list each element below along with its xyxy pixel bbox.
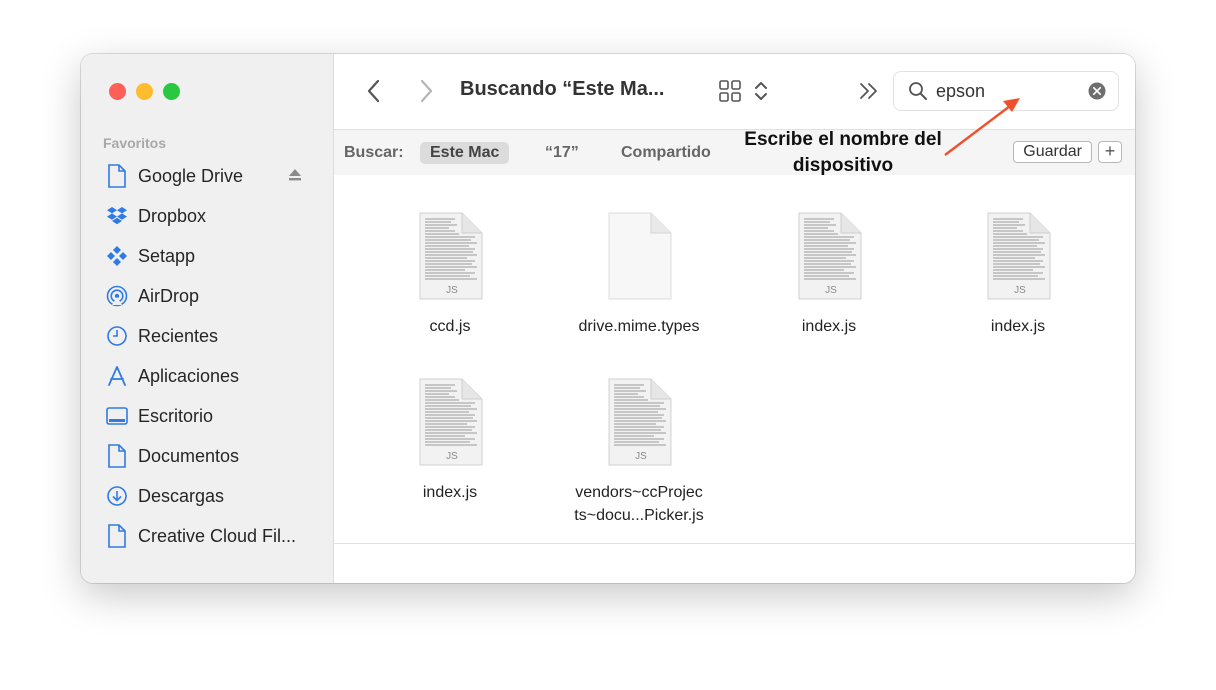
blank-file-icon (608, 212, 672, 300)
sidebar-item-descargas[interactable]: Descargas (81, 476, 333, 516)
sidebar-item-label: Creative Cloud Fil... (138, 525, 297, 546)
sidebar: Favoritos Google Drive Dropbox Setapp Ai… (81, 54, 334, 583)
view-options-button[interactable] (754, 79, 768, 108)
airdrop-icon (105, 284, 129, 308)
icon-view-button[interactable] (718, 79, 742, 108)
grid-icon (719, 80, 741, 102)
minimize-button[interactable] (136, 83, 153, 100)
window-controls (109, 83, 180, 100)
download-icon (105, 484, 129, 508)
scope-option-este-mac[interactable]: Este Mac (420, 142, 510, 164)
scope-option-compartido[interactable]: Compartido (611, 142, 721, 164)
finder-window: Favoritos Google Drive Dropbox Setapp Ai… (81, 54, 1135, 583)
back-button[interactable] (366, 78, 382, 109)
sidebar-item-dropbox[interactable]: Dropbox (81, 196, 333, 236)
toolbar: Buscando “Este Ma... (334, 54, 1135, 129)
scope-label: Buscar: (344, 144, 404, 161)
sidebar-item-setapp[interactable]: Setapp (81, 236, 333, 276)
divider (334, 543, 1135, 544)
file-name: index.js (990, 318, 1046, 335)
double-chevron-right-icon (860, 83, 877, 99)
sidebar-item-escritorio[interactable]: Escritorio (81, 396, 333, 436)
js-file-icon (419, 378, 483, 466)
sidebar-item-label: Google Drive (138, 165, 244, 186)
chevron-left-icon (367, 79, 380, 103)
sidebar-item-label: Dropbox (138, 205, 207, 226)
js-file-icon (798, 212, 862, 300)
sidebar-section-title: Favoritos (103, 135, 167, 151)
file-name: index.js (422, 484, 478, 501)
sidebar-item-label: Recientes (138, 325, 219, 346)
js-file-icon (987, 212, 1051, 300)
sidebar-item-aplicaciones[interactable]: Aplicaciones (81, 356, 333, 396)
file-item[interactable]: ccd.js (365, 211, 535, 338)
file-item[interactable]: vendors~ccProjec ts~docu...Picker.js (554, 377, 724, 527)
clear-search-icon[interactable] (1088, 82, 1106, 105)
document-icon (105, 444, 129, 468)
add-criteria-button[interactable]: + (1098, 141, 1122, 163)
file-item[interactable]: index.js (933, 211, 1103, 338)
file-name: ccd.js (429, 318, 471, 335)
file-item[interactable]: index.js (365, 377, 535, 504)
search-icon (908, 81, 928, 106)
scope-option-17[interactable]: “17” (535, 142, 589, 164)
document-icon (105, 164, 129, 188)
sidebar-item-recientes[interactable]: Recientes (81, 316, 333, 356)
sidebar-item-label: Setapp (138, 245, 196, 266)
sidebar-item-airdrop[interactable]: AirDrop (81, 276, 333, 316)
save-search-button[interactable]: Guardar (1013, 141, 1092, 163)
sidebar-item-label: Descargas (138, 485, 225, 506)
chevron-right-icon (420, 79, 433, 103)
sidebar-item-documentos[interactable]: Documentos (81, 436, 333, 476)
sidebar-item-label: Escritorio (138, 405, 214, 426)
search-field[interactable] (893, 71, 1119, 111)
zoom-button[interactable] (163, 83, 180, 100)
js-file-icon (608, 378, 672, 466)
window-title: Buscando “Este Ma... (460, 78, 665, 100)
sidebar-items: Google Drive Dropbox Setapp AirDrop Reci… (81, 156, 333, 556)
sidebar-item-creative-cloud[interactable]: Creative Cloud Fil... (81, 516, 333, 556)
eject-icon[interactable] (287, 168, 303, 187)
sidebar-item-label: Documentos (138, 445, 240, 466)
sidebar-item-label: Aplicaciones (138, 365, 240, 386)
applications-icon (105, 364, 129, 388)
close-button[interactable] (109, 83, 126, 100)
desktop-icon (105, 404, 129, 428)
chevron-up-down-icon (755, 82, 767, 100)
file-name: index.js (801, 318, 857, 335)
document-icon (105, 524, 129, 548)
file-item[interactable]: drive.mime.types (554, 211, 724, 338)
clock-icon (105, 324, 129, 348)
file-name: vendors~ccProjec ts~docu...Picker.js (574, 484, 704, 524)
js-file-icon (419, 212, 483, 300)
setapp-icon (105, 244, 129, 268)
file-item[interactable]: index.js (744, 211, 914, 338)
file-name: drive.mime.types (578, 318, 700, 335)
results-area: ccd.js drive.mime.types index.js index.j… (334, 175, 1135, 583)
dropbox-icon (105, 204, 129, 228)
more-toolbar-button[interactable] (858, 81, 880, 106)
search-input[interactable] (936, 80, 1076, 102)
sidebar-item-label: AirDrop (138, 285, 200, 306)
forward-button[interactable] (418, 78, 434, 109)
annotation-text: Escribe el nombre del dispositivo (744, 129, 942, 176)
sidebar-item-google-drive[interactable]: Google Drive (81, 156, 333, 196)
